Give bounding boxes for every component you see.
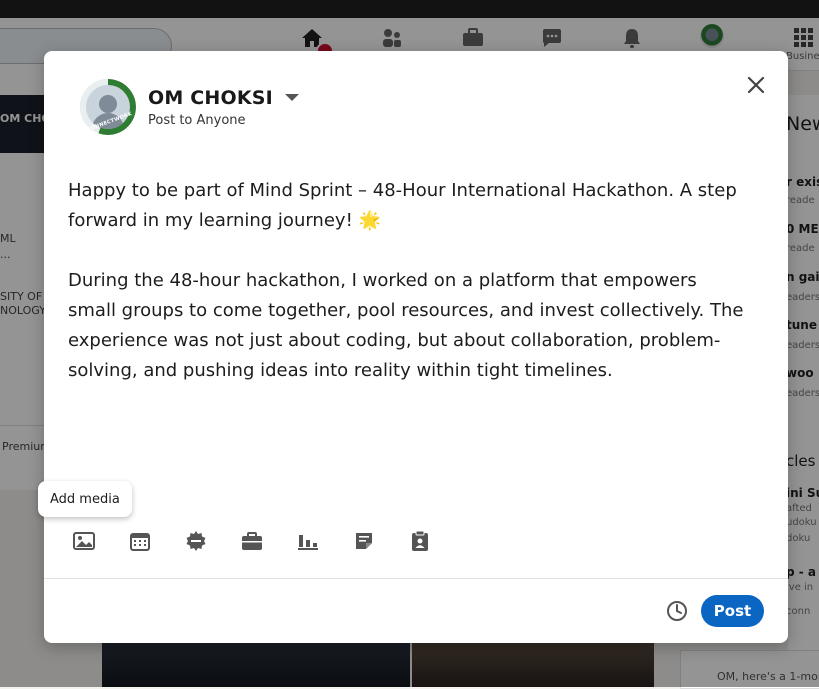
author-avatar: KONNECTWORK bbox=[80, 79, 136, 135]
author-name: OM CHOKSI bbox=[148, 86, 273, 109]
briefcase-icon bbox=[242, 532, 262, 550]
image-icon bbox=[73, 532, 95, 550]
close-icon bbox=[747, 76, 765, 94]
celebrate-icon bbox=[186, 531, 206, 551]
post-paragraph: During the 48-hour hackathon, I worked o… bbox=[68, 270, 744, 381]
celebrate-occasion-button[interactable] bbox=[184, 529, 208, 553]
create-poll-button[interactable] bbox=[296, 529, 320, 553]
share-job-button[interactable] bbox=[240, 529, 264, 553]
footer-divider bbox=[44, 578, 788, 579]
post-toolbar bbox=[72, 529, 464, 553]
audience-label: Post to Anyone bbox=[148, 112, 246, 128]
find-expert-button[interactable] bbox=[408, 529, 432, 553]
write-article-button[interactable] bbox=[352, 529, 376, 553]
post-button[interactable]: Post bbox=[701, 595, 764, 627]
close-button[interactable] bbox=[742, 71, 770, 99]
post-text-editor[interactable]: Happy to be part of Mind Sprint – 48-Hou… bbox=[68, 176, 748, 386]
add-media-tooltip: Add media bbox=[38, 481, 132, 517]
calendar-icon bbox=[130, 533, 150, 551]
create-event-button[interactable] bbox=[128, 529, 152, 553]
caret-down-icon bbox=[284, 94, 299, 101]
author-selector[interactable]: KONNECTWORK OM CHOKSI Post to Anyone bbox=[80, 79, 299, 135]
chart-icon bbox=[298, 535, 318, 550]
clipboard-person-icon bbox=[412, 530, 428, 551]
create-post-modal: KONNECTWORK OM CHOKSI Post to Anyone Hap… bbox=[38, 51, 788, 643]
schedule-clock-icon[interactable] bbox=[666, 600, 688, 622]
document-icon bbox=[356, 533, 372, 549]
add-media-button[interactable] bbox=[72, 529, 96, 553]
post-paragraph: Happy to be part of Mind Sprint – 48-Hou… bbox=[68, 180, 737, 231]
